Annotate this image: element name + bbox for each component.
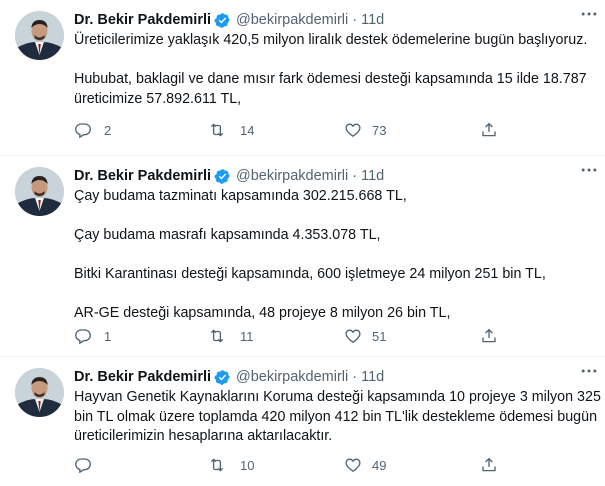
- retweet-count: 10: [240, 457, 255, 473]
- author-handle[interactable]: @bekirpakdemirli: [236, 12, 348, 28]
- share-button[interactable]: [480, 327, 498, 345]
- more-dots-icon[interactable]: [577, 361, 601, 381]
- tweet-line: Hayvan Genetik Kaynaklarını Koruma deste…: [74, 389, 601, 405]
- like-count: 51: [372, 328, 387, 344]
- avatar[interactable]: [15, 167, 64, 216]
- author-name[interactable]: Dr. Bekir Pakdemirli: [74, 12, 211, 28]
- reply-count: 2: [104, 122, 112, 138]
- tweet-text: Çay budama tazminatı kapsamında 302.215.…: [74, 187, 594, 324]
- retweet-count: 14: [240, 122, 255, 138]
- like-count: 73: [372, 122, 387, 138]
- like-button[interactable]: 51: [344, 327, 386, 345]
- heart-icon: [345, 329, 361, 343]
- reply-count: 1: [104, 328, 112, 344]
- tweet-line: Üreticilerimize yaklaşık 420,5 milyon li…: [74, 32, 588, 48]
- tweet[interactable]: Dr. Bekir Pakdemirli @bekirpakdemirli · …: [0, 0, 605, 156]
- tweet-timestamp[interactable]: 11d: [361, 369, 384, 385]
- retweet-icon: [210, 329, 224, 343]
- share-icon: [482, 328, 496, 343]
- tweet-text: Hayvan Genetik Kaynaklarını Koruma deste…: [74, 388, 601, 447]
- tweet-timestamp[interactable]: 11d: [361, 12, 384, 28]
- tweet-text: Üreticilerimize yaklaşık 420,5 milyon li…: [74, 31, 594, 109]
- comment-icon: [75, 458, 91, 474]
- retweet-button[interactable]: 14: [208, 121, 254, 139]
- heart-icon: [345, 123, 361, 137]
- tweet-actions: 10 49: [74, 456, 504, 476]
- heart-icon: [345, 458, 361, 472]
- retweet-button[interactable]: 10: [208, 456, 254, 474]
- tweet-line: üreticimize 57.892.611 TL,: [74, 90, 242, 107]
- reply-button[interactable]: 1: [74, 327, 111, 345]
- more-dots-icon[interactable]: [577, 160, 601, 180]
- tweet[interactable]: Dr. Bekir Pakdemirli @bekirpakdemirli · …: [0, 156, 605, 357]
- separator-dot: ·: [352, 168, 358, 184]
- tweet[interactable]: Dr. Bekir Pakdemirli @bekirpakdemirli · …: [0, 357, 605, 486]
- separator-dot: ·: [352, 369, 358, 385]
- author-handle[interactable]: @bekirpakdemirli: [236, 168, 348, 184]
- tweet-line: Çay budama tazminatı kapsamında 302.215.…: [74, 188, 407, 204]
- like-button[interactable]: 73: [344, 121, 386, 139]
- tweet-actions: 2 14 73: [74, 121, 504, 141]
- reply-button[interactable]: [74, 456, 104, 474]
- avatar[interactable]: [15, 11, 64, 60]
- verified-badge-icon: [214, 168, 231, 185]
- share-icon: [482, 122, 496, 137]
- tweet-line: bin TL olmak üzere toplamda 420 milyon 4…: [74, 408, 598, 425]
- author-name[interactable]: Dr. Bekir Pakdemirli: [74, 369, 211, 385]
- avatar[interactable]: [15, 368, 64, 417]
- like-count: 49: [372, 457, 387, 473]
- tweet-line: Hububat, baklagil ve dane mısır fark öde…: [74, 71, 587, 87]
- retweet-icon: [210, 458, 224, 472]
- tweet-line: AR-GE desteği kapsamında, 48 projeye 8 m…: [74, 305, 451, 321]
- comment-icon: [75, 123, 91, 139]
- tweet-line: üreticilerimizin hesaplarına aktarılacak…: [74, 428, 333, 444]
- author-name[interactable]: Dr. Bekir Pakdemirli: [74, 168, 211, 184]
- share-button[interactable]: [480, 121, 498, 139]
- reply-button[interactable]: 2: [74, 121, 111, 139]
- retweet-icon: [210, 123, 224, 137]
- share-button[interactable]: [480, 456, 498, 474]
- more-dots-icon[interactable]: [577, 4, 601, 24]
- verified-badge-icon: [214, 369, 231, 386]
- tweet-line: Çay budama masrafı kapsamında 4.353.078 …: [74, 227, 381, 243]
- author-handle[interactable]: @bekirpakdemirli: [236, 369, 348, 385]
- verified-badge-icon: [214, 12, 231, 29]
- comment-icon: [75, 329, 91, 345]
- retweet-button[interactable]: 11: [208, 327, 254, 345]
- separator-dot: ·: [352, 12, 358, 28]
- tweet-line: Bitki Karantinası desteği kapsamında, 60…: [74, 266, 546, 282]
- like-button[interactable]: 49: [344, 456, 386, 474]
- share-icon: [482, 457, 496, 472]
- retweet-count: 11: [240, 328, 254, 344]
- tweet-timestamp[interactable]: 11d: [361, 168, 384, 184]
- tweet-actions: 1 11 51: [74, 327, 504, 347]
